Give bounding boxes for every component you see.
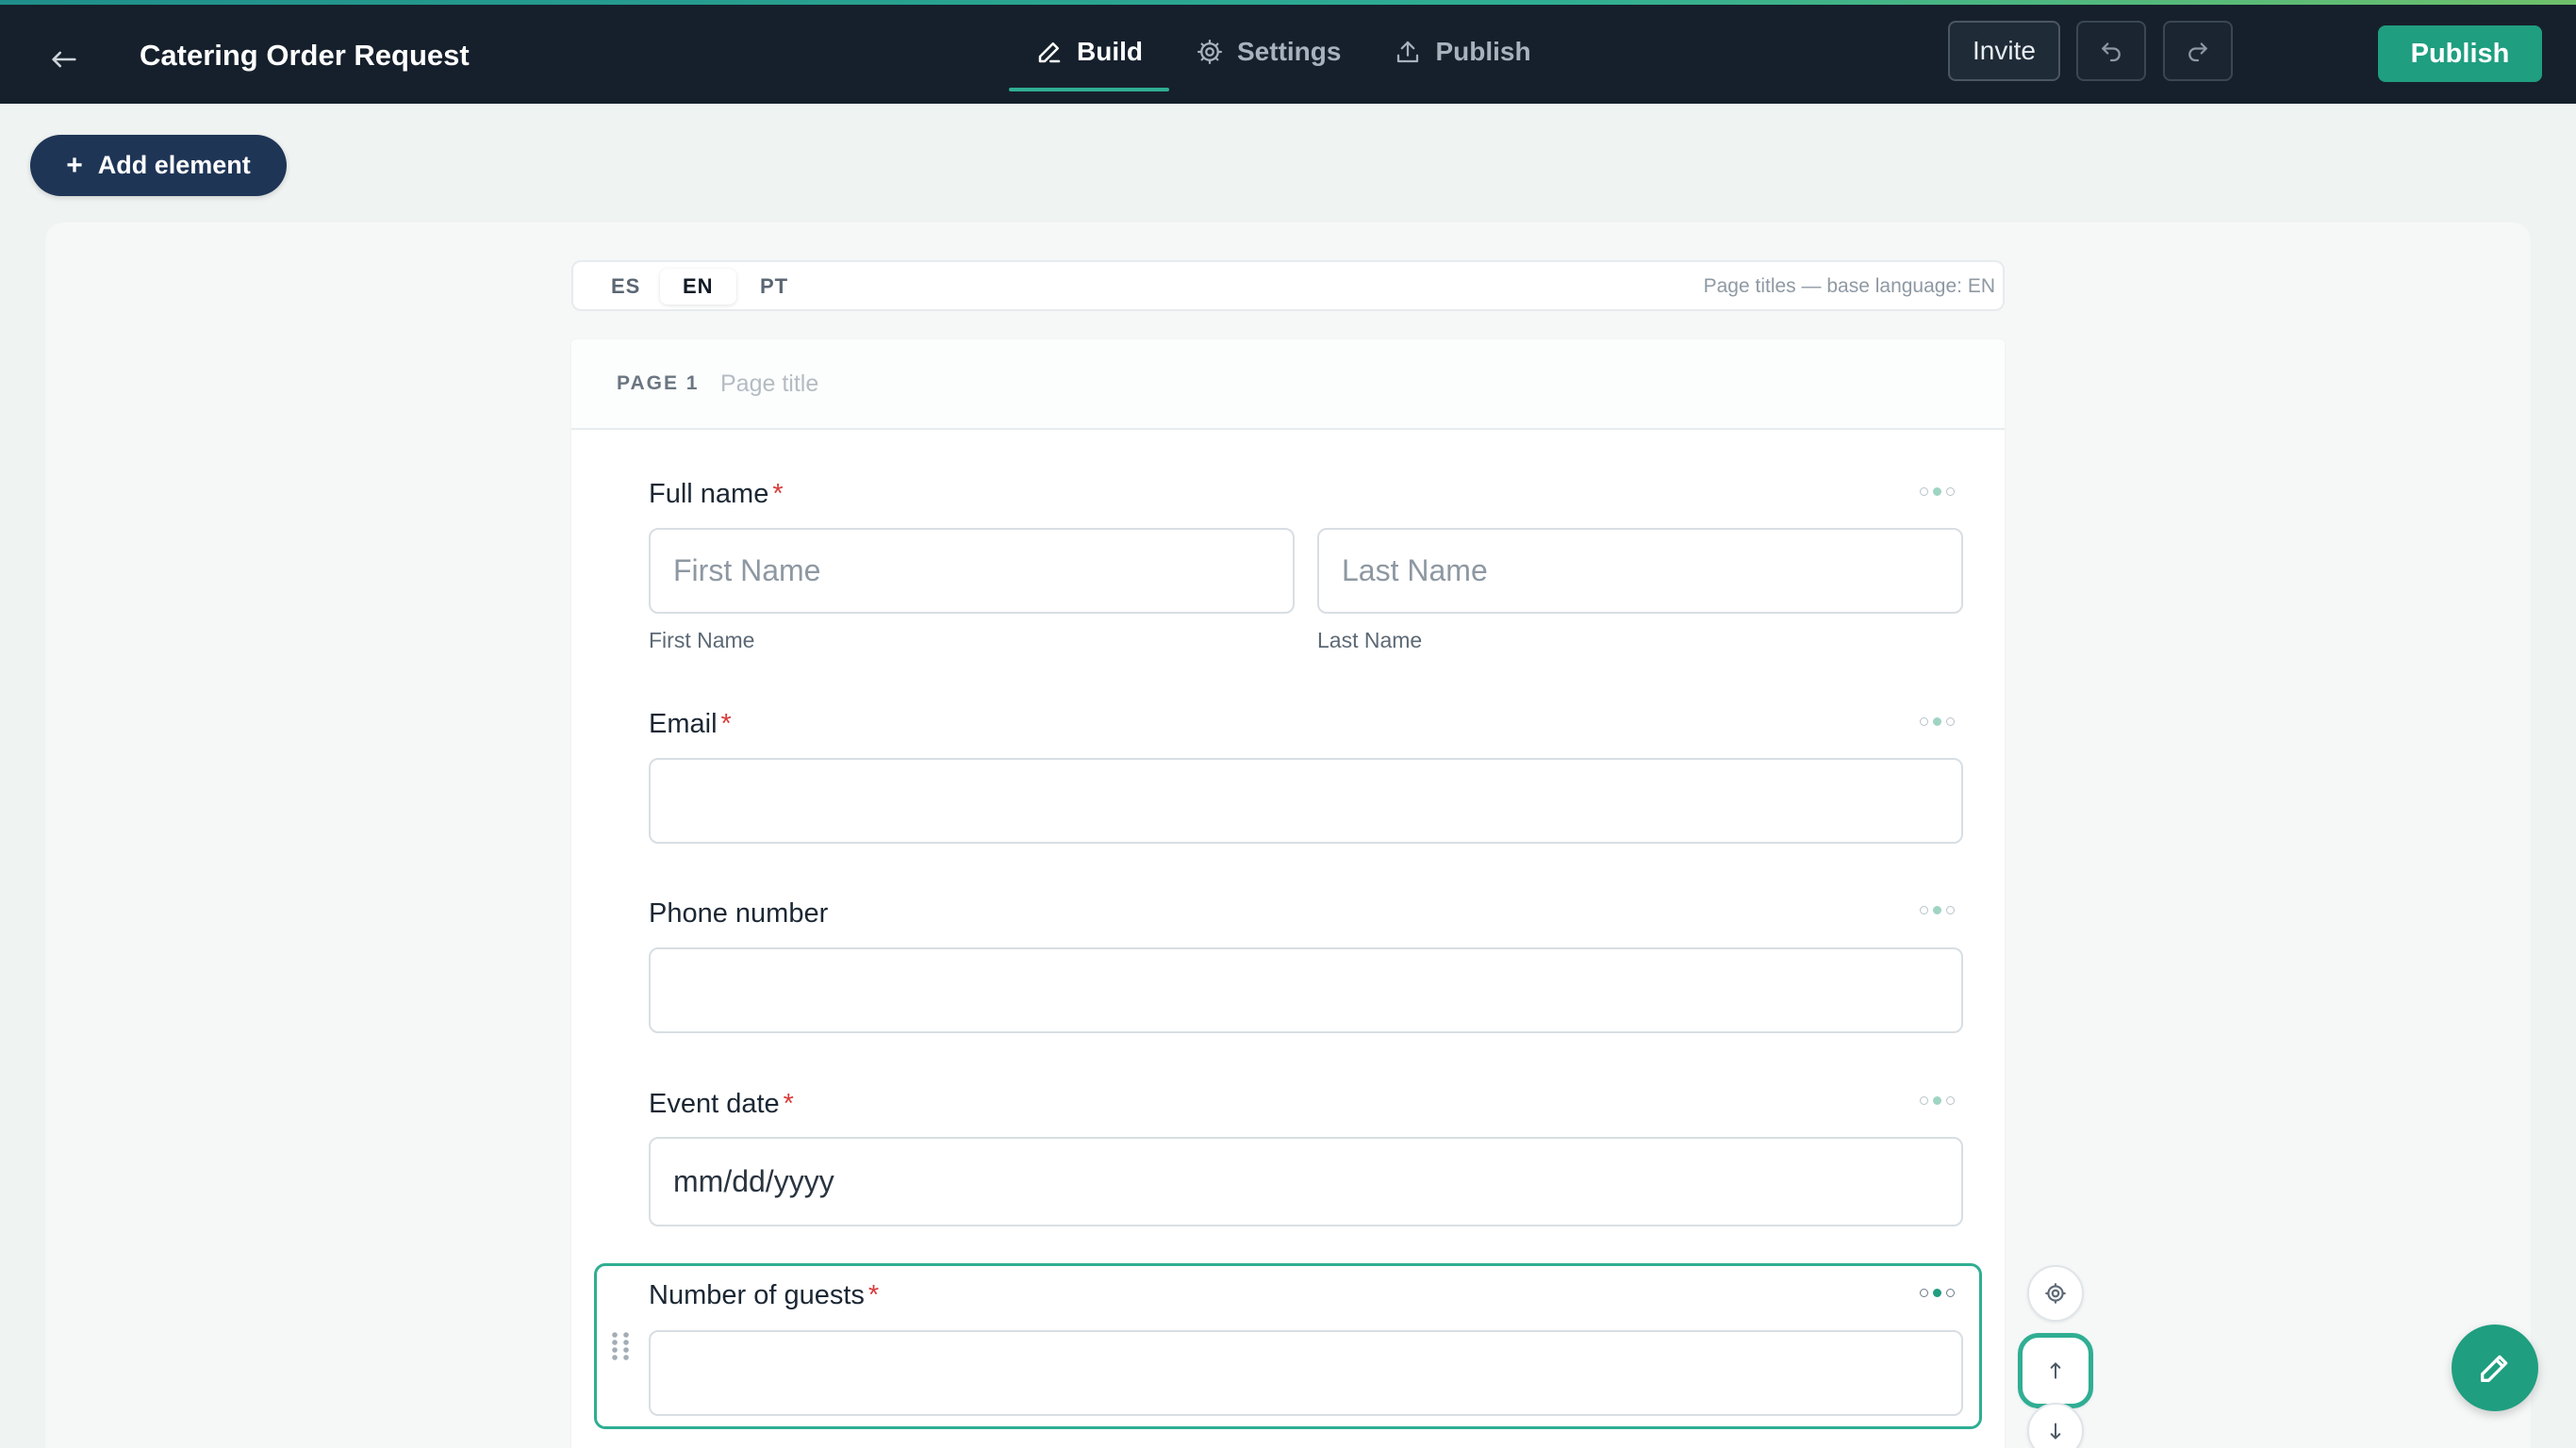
top-bar: Catering Order Request Build Settings Pu… xyxy=(0,5,2576,104)
form-title: Catering Order Request xyxy=(140,39,470,72)
arrow-left-icon xyxy=(52,51,76,68)
undo-icon xyxy=(2102,42,2121,62)
guests-label-text: Number of guests xyxy=(649,1280,865,1310)
redo-button[interactable] xyxy=(2163,21,2233,81)
guests-input[interactable] xyxy=(649,1330,1963,1416)
full-name-label-text: Full name xyxy=(649,479,769,509)
edit-fab-button[interactable] xyxy=(2452,1325,2538,1411)
language-note: Page titles — base language: EN xyxy=(1703,275,1995,297)
required-marker: * xyxy=(720,709,732,739)
arrow-up-icon xyxy=(2050,1362,2061,1379)
guests-label: Number of guests * xyxy=(649,1280,879,1311)
field-options-icon[interactable] xyxy=(1920,716,1963,727)
page-header: PAGE 1 xyxy=(571,339,2005,430)
email-label-text: Email xyxy=(649,709,718,739)
pencil-icon xyxy=(1038,42,1061,63)
language-bar: ES EN PT Page titles — base language: EN xyxy=(571,260,2005,311)
tab-settings[interactable]: Settings xyxy=(1169,5,1367,99)
email-input[interactable] xyxy=(649,758,1963,844)
tab-build-label: Build xyxy=(1077,37,1143,66)
add-element-button[interactable]: + Add element xyxy=(30,135,287,196)
publish-button[interactable]: Publish xyxy=(2378,25,2542,82)
field-settings-button[interactable] xyxy=(2027,1265,2084,1322)
phone-input[interactable] xyxy=(649,947,1963,1033)
event-date-label-text: Event date xyxy=(649,1089,780,1119)
first-name-sublabel: First Name xyxy=(649,628,755,652)
required-marker: * xyxy=(867,1280,880,1310)
page-title-input[interactable] xyxy=(720,360,1286,407)
tab-build[interactable]: Build xyxy=(1009,5,1169,99)
undo-button[interactable] xyxy=(2076,21,2146,81)
arrow-down-icon xyxy=(2050,1423,2061,1440)
lang-tab-en[interactable]: EN xyxy=(660,269,736,304)
upload-icon xyxy=(1397,41,1419,63)
page-number-label: PAGE 1 xyxy=(617,372,700,394)
lang-tab-es[interactable]: ES xyxy=(588,269,663,304)
first-name-input[interactable] xyxy=(649,528,1295,614)
required-marker: * xyxy=(772,479,784,509)
field-options-icon[interactable] xyxy=(1920,1287,1963,1298)
gear-icon xyxy=(1197,40,1222,64)
field-options-icon[interactable] xyxy=(1920,485,1963,497)
lang-tab-pt[interactable]: PT xyxy=(737,269,811,304)
gear-icon xyxy=(2045,1283,2066,1304)
tab-publish[interactable]: Publish xyxy=(1367,5,1557,99)
last-name-sublabel: Last Name xyxy=(1317,628,1423,652)
add-element-label: Add element xyxy=(97,151,251,179)
phone-label: Phone number xyxy=(649,898,829,929)
last-name-input[interactable] xyxy=(1317,528,1963,614)
back-button[interactable] xyxy=(38,33,91,86)
tab-publish-label: Publish xyxy=(1435,37,1531,66)
email-label: Email * xyxy=(649,709,732,740)
invite-button[interactable]: Invite xyxy=(1948,21,2060,81)
drag-handle-icon[interactable] xyxy=(609,1331,632,1361)
tab-settings-label: Settings xyxy=(1237,37,1342,66)
field-options-icon[interactable] xyxy=(1920,1094,1963,1106)
plus-icon: + xyxy=(66,149,83,181)
event-date-label: Event date * xyxy=(649,1089,794,1120)
redo-icon xyxy=(2188,42,2207,62)
required-marker: * xyxy=(783,1089,794,1119)
full-name-label: Full name * xyxy=(649,479,784,510)
main-tabs: Build Settings Publish xyxy=(1009,5,1558,104)
field-options-icon[interactable] xyxy=(1920,904,1963,915)
move-up-button[interactable] xyxy=(2018,1333,2093,1408)
pencil-icon xyxy=(2481,1355,2508,1382)
event-date-input[interactable] xyxy=(649,1137,1963,1226)
